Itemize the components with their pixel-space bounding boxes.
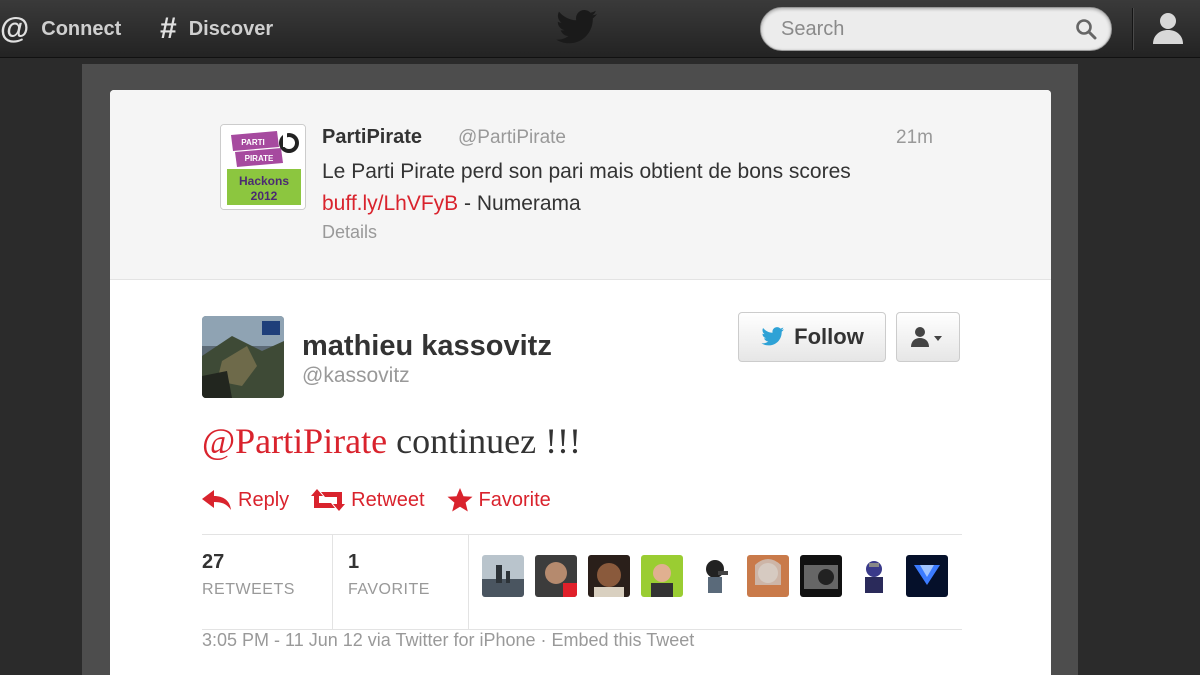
tweet-metadata: 3:05 PM - 11 Jun 12 via Twitter for iPho…	[202, 630, 694, 651]
user-actions-dropdown[interactable]	[896, 312, 960, 362]
retweeter-avatar[interactable]	[535, 555, 577, 597]
svg-text:2012: 2012	[251, 189, 278, 203]
user-dropdown-icon	[911, 327, 942, 347]
topbar-divider	[1132, 8, 1133, 50]
details-link[interactable]: Details	[322, 222, 377, 243]
stats-divider	[332, 535, 333, 629]
favorites-label: FAVORITE	[348, 581, 430, 598]
embed-tweet-link[interactable]: Embed this Tweet	[552, 630, 695, 650]
retweet-button[interactable]: Retweet	[311, 488, 425, 512]
favorite-button[interactable]: Favorite	[447, 488, 551, 512]
reply-label: Reply	[238, 488, 290, 511]
tweet-stats: 27 RETWEETS 1 FAVORITE	[202, 534, 962, 630]
original-tweet-link[interactable]: buff.ly/LhVFyB	[322, 192, 458, 215]
author-name[interactable]: mathieu kassovitz	[302, 330, 552, 363]
retweet-icon	[311, 489, 346, 511]
search-box	[760, 7, 1112, 51]
star-icon	[447, 488, 473, 512]
partipirate-avatar[interactable]: Hackons 2012 PARTI PIRATE	[220, 124, 306, 210]
retweeter-avatar[interactable]	[747, 555, 789, 597]
top-navigation-bar: @ Connect # Discover	[0, 0, 1200, 58]
client-link[interactable]: Twitter for iPhone	[395, 630, 535, 650]
retweets-label: RETWEETS	[202, 581, 295, 598]
search-icon[interactable]	[1075, 18, 1097, 40]
tweet-actions: Reply Retweet Favorite	[202, 485, 573, 515]
favorites-stat[interactable]: 1 FAVORITE	[348, 535, 468, 629]
retweeter-avatars	[482, 555, 959, 597]
follow-button[interactable]: Follow	[738, 312, 886, 362]
search-input[interactable]	[781, 8, 1071, 50]
reply-icon	[202, 490, 231, 510]
tweet-timestamp[interactable]: 3:05 PM - 11 Jun 12	[202, 630, 363, 650]
via-text: via	[362, 630, 396, 650]
nav-discover[interactable]: # Discover	[160, 0, 273, 58]
retweet-label: Retweet	[351, 488, 425, 511]
original-author-name[interactable]: PartiPirate	[322, 126, 422, 149]
original-text-before: Le Parti Pirate perd son pari mais obtie…	[322, 160, 851, 183]
favorites-count: 1	[348, 551, 360, 573]
tweet-text-body: continuez !!!	[387, 421, 582, 461]
original-author-handle: @PartiPirate	[458, 127, 566, 148]
favorite-label: Favorite	[478, 488, 551, 511]
original-tweet-text: Le Parti Pirate perd son pari mais obtie…	[322, 156, 902, 220]
partipirate-logo-icon: Hackons 2012 PARTI PIRATE	[221, 125, 305, 209]
svg-text:Hackons: Hackons	[239, 174, 289, 188]
svg-text:PARTI: PARTI	[241, 138, 264, 147]
tweet-mention-link[interactable]: @PartiPirate	[202, 421, 387, 461]
retweeter-avatar[interactable]	[641, 555, 683, 597]
meta-separator: ·	[535, 630, 552, 650]
svg-text:PIRATE: PIRATE	[245, 154, 274, 163]
retweeter-avatar[interactable]	[906, 555, 948, 597]
original-tweet[interactable]: Hackons 2012 PARTI PIRATE PartiPirate @P…	[110, 90, 1051, 280]
retweeter-avatar[interactable]	[694, 555, 736, 597]
retweets-count: 27	[202, 551, 225, 573]
tweet-permalink-card: Hackons 2012 PARTI PIRATE PartiPirate @P…	[110, 90, 1051, 675]
original-tweet-time[interactable]: 21m	[896, 127, 933, 149]
account-icon[interactable]	[1148, 8, 1188, 48]
nav-connect-label: Connect	[41, 17, 122, 40]
follow-label: Follow	[794, 324, 864, 349]
original-text-after: - Numerama	[458, 192, 581, 215]
nav-discover-label: Discover	[188, 17, 274, 40]
retweeter-avatar[interactable]	[800, 555, 842, 597]
stats-divider	[468, 535, 469, 629]
tweet-text: @PartiPirate continuez !!!	[202, 420, 581, 462]
kassovitz-avatar[interactable]	[202, 316, 284, 398]
reply-button[interactable]: Reply	[202, 489, 289, 512]
profile-photo	[202, 316, 284, 398]
hash-icon: #	[160, 12, 177, 45]
author-handle: @kassovitz	[302, 364, 410, 387]
nav-connect[interactable]: @ Connect	[0, 0, 121, 58]
retweeter-avatar[interactable]	[853, 555, 895, 597]
retweeter-avatar[interactable]	[588, 555, 630, 597]
at-icon: @	[0, 12, 30, 45]
twitter-bird-icon	[761, 327, 785, 346]
twitter-bird-icon[interactable]	[555, 8, 599, 48]
retweets-stat[interactable]: 27 RETWEETS	[202, 535, 332, 629]
retweeter-avatar[interactable]	[482, 555, 524, 597]
